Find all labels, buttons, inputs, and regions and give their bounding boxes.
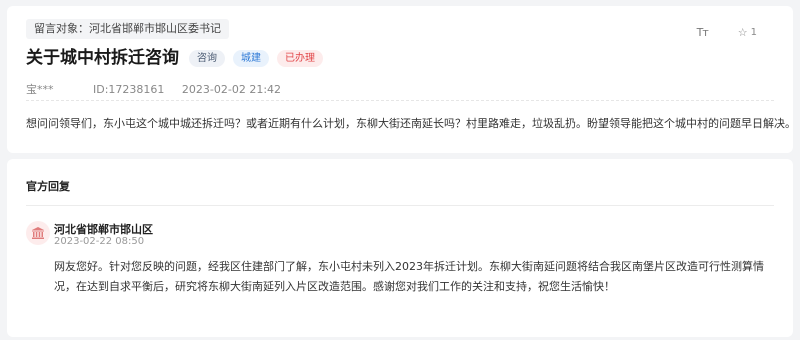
page-title: 关于城中村拆迁咨询 (26, 48, 179, 68)
divider (26, 205, 774, 206)
type-tag: 咨询 (189, 49, 225, 67)
category-tag: 城建 (233, 49, 269, 67)
message-body: 想问问领导们，东小屯这个城中城还拆迁吗？或者近期有什么计划，东柳大街还南延长吗？… (26, 117, 796, 130)
status-badge: 已办理 (277, 49, 323, 67)
reply-section-title: 官方回复 (26, 180, 70, 193)
star-count: 1 (750, 27, 757, 38)
message-card: 留言对象：河北省邯郸市邯山区委书记 Tт ☆ 1 关于城中村拆迁咨询 咨询 城建… (7, 6, 796, 153)
reply-org-name: 河北省邯郸市邯山区 (54, 223, 153, 236)
star-icon[interactable]: ☆ (738, 26, 748, 39)
title-row: 关于城中村拆迁咨询 咨询 城建 已办理 (26, 46, 323, 70)
reply-body: 网友您好。针对您反映的问题，经我区住建部门了解，东小屯村未列入2023年拆迁计划… (54, 260, 764, 293)
font-size-icon[interactable]: Tт (697, 26, 709, 39)
government-building-icon (26, 221, 50, 245)
message-meta: 宝*** ID:17238161 2023-02-02 21:42 (26, 81, 295, 97)
message-datetime: 2023-02-02 21:42 (181, 83, 282, 96)
author-name: 宝*** (26, 83, 54, 96)
reply-datetime: 2023-02-22 08:50 (54, 236, 145, 247)
reply-card: 官方回复 河北省邯郸市邯山区 2023-02-22 08:50 网友您好。针对您… (7, 159, 793, 337)
recipient-label: 留言对象：河北省邯郸市邯山区委书记 (26, 19, 229, 39)
message-id: ID:17238161 (93, 83, 165, 96)
message-actions: Tт ☆ 1 (697, 26, 757, 39)
divider (26, 100, 774, 101)
